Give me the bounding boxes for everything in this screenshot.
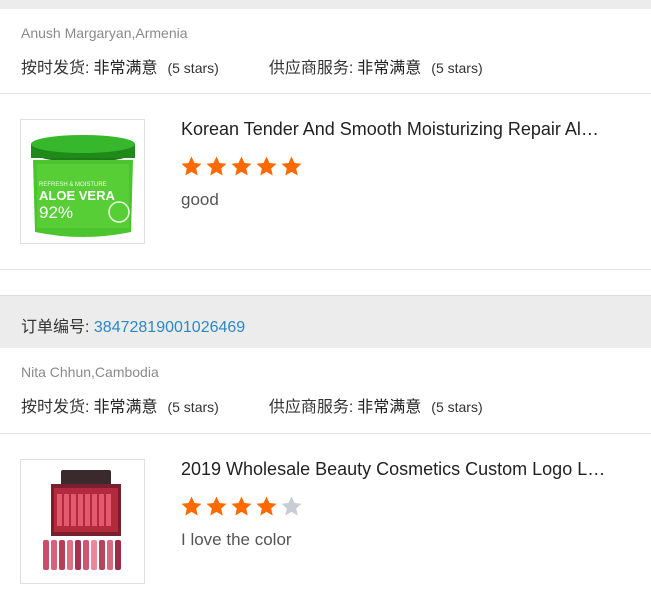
shipping-value: 非常满意 [93, 399, 158, 416]
star-rating [180, 495, 303, 518]
product-thumbnail[interactable]: REFRESH & MOISTURE ALOE VERA 92% [20, 119, 145, 244]
thumb-aloe-text: ALOE VERA [39, 188, 115, 203]
divider [0, 269, 651, 270]
star-filled-icon [206, 156, 227, 176]
star-filled-icon [206, 496, 227, 516]
star-rating [180, 155, 303, 178]
star-filled-icon [231, 156, 252, 176]
divider [0, 433, 651, 434]
order-number-link[interactable]: 38472819001026469 [94, 319, 245, 336]
review-comment: good [181, 190, 219, 209]
order-number-bar: 订单编号: 38472819001026469 [0, 295, 651, 348]
order-number: 订单编号: 38472819001026469 [21, 313, 245, 337]
service-stars-note: (5 stars) [431, 399, 483, 415]
reviewer-name: Anush Margaryan,Armenia [21, 25, 188, 41]
seller-ratings: 按时发货: 非常满意 (5 stars) 供应商服务: 非常满意 (5 star… [21, 54, 483, 78]
thumb-percent-text: 92% [39, 203, 73, 222]
product-title-link[interactable]: 2019 Wholesale Beauty Cosmetics Custom L… [181, 459, 606, 480]
star-filled-icon [256, 156, 277, 176]
service-stars-note: (5 stars) [431, 60, 483, 76]
star-filled-icon [231, 496, 252, 516]
seller-ratings: 按时发货: 非常满意 (5 stars) 供应商服务: 非常满意 (5 star… [21, 393, 483, 417]
product-title-link[interactable]: Korean Tender And Smooth Moisturizing Re… [181, 119, 606, 140]
top-separator-strip [0, 0, 651, 9]
star-filled-icon [281, 156, 302, 176]
service-label: 供应商服务: [268, 399, 354, 416]
divider [0, 93, 651, 94]
product-thumbnail[interactable] [20, 459, 145, 584]
shipping-value: 非常满意 [93, 60, 158, 77]
shipping-stars-note: (5 stars) [167, 399, 219, 415]
star-empty-icon [281, 496, 302, 516]
order-number-label: 订单编号: [21, 319, 90, 336]
review-comment: I love the color [181, 530, 292, 549]
star-filled-icon [181, 156, 202, 176]
service-label: 供应商服务: [268, 60, 354, 77]
star-filled-icon [181, 496, 202, 516]
shipping-label: 按时发货: [21, 60, 90, 77]
shipping-label: 按时发货: [21, 399, 90, 416]
shipping-stars-note: (5 stars) [167, 60, 219, 76]
service-value: 非常满意 [357, 60, 422, 77]
star-filled-icon [256, 496, 277, 516]
reviewer-name: Nita Chhun,Cambodia [21, 364, 159, 380]
service-value: 非常满意 [357, 399, 422, 416]
